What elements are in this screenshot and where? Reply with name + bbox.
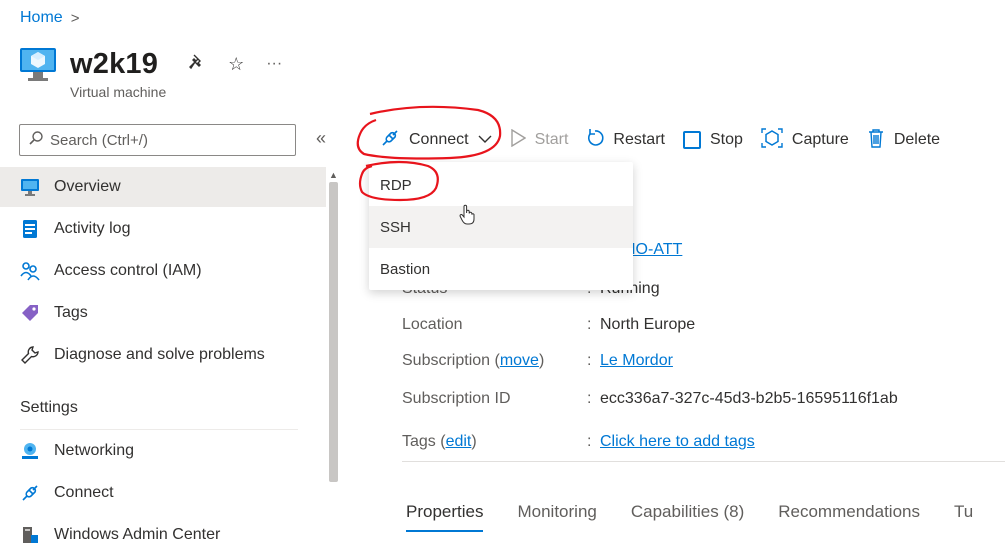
tab-capabilities[interactable]: Capabilities (8) [631, 502, 744, 522]
page-header: w2k19 ☆ ··· [18, 42, 282, 86]
location-value: North Europe [600, 316, 696, 333]
sidebar-item-label: Activity log [54, 220, 131, 237]
favorite-star-icon[interactable]: ☆ [228, 54, 244, 75]
page-title: w2k19 [70, 47, 159, 80]
tab-recommendations[interactable]: Recommendations [778, 502, 920, 522]
sidebar-item-label: Diagnose and solve problems [54, 346, 265, 363]
sidebar-scrollbar[interactable]: ▲ [327, 168, 341, 552]
sidebar-item-label: Overview [54, 178, 121, 195]
subscription-label-group: Subscription (move) [402, 352, 545, 369]
virtual-machine-icon [18, 42, 58, 86]
sidebar-item-tags[interactable]: Tags [0, 293, 326, 333]
subscription-colon: : [587, 352, 592, 369]
breadcrumb-home-link[interactable]: Home [20, 9, 63, 27]
search-input[interactable]: Search (Ctrl+/) [19, 124, 296, 156]
subscription-id-colon: : [587, 390, 592, 407]
add-tags-link[interactable]: Click here to add tags [600, 433, 755, 451]
sidebar-item-access-control[interactable]: Access control (IAM) [0, 251, 326, 291]
rdp-annotation-circle [358, 160, 439, 202]
monitor-icon [20, 177, 40, 197]
tags-colon: : [587, 433, 592, 450]
server-icon [20, 525, 40, 545]
tab-tutorials[interactable]: Tu [954, 502, 973, 522]
subscription-move-link[interactable]: move [500, 352, 539, 369]
search-icon [28, 130, 44, 150]
breadcrumb-separator: > [70, 9, 80, 27]
connect-annotation-circle [356, 105, 502, 160]
location-label: Location [402, 316, 463, 333]
tags-label: Tags [402, 433, 436, 450]
essentials-divider [402, 461, 1005, 462]
hand-cursor-icon [459, 204, 475, 226]
search-placeholder: Search (Ctrl+/) [50, 131, 148, 149]
network-icon [20, 441, 40, 461]
tags-edit-link[interactable]: edit [446, 433, 472, 450]
subscription-id-label: Subscription ID [402, 390, 511, 407]
tab-monitoring[interactable]: Monitoring [517, 502, 596, 522]
menu-item-ssh[interactable]: SSH [369, 206, 633, 248]
sidebar-item-label: Tags [54, 304, 88, 321]
sidebar-item-label: Networking [54, 442, 135, 459]
more-options-icon[interactable]: ··· [266, 55, 282, 73]
resource-menu: Overview Activity log Access control (IA… [0, 165, 326, 552]
people-icon [20, 261, 40, 281]
sidebar-item-label: Connect [54, 484, 114, 501]
log-icon [20, 219, 40, 239]
subscription-id-value: ecc336a7-327c-45d3-b2b5-16595116f1ab [600, 390, 898, 407]
pin-icon[interactable] [188, 53, 206, 76]
plug-icon [20, 483, 40, 503]
menu-item-bastion[interactable]: Bastion [369, 248, 633, 290]
sidebar-item-networking[interactable]: Networking [0, 431, 326, 471]
sidebar-item-label: Access control (IAM) [54, 262, 202, 279]
collapse-sidebar-icon[interactable]: « [316, 128, 326, 149]
sidebar-item-label: Windows Admin Center [54, 526, 221, 543]
section-divider [20, 429, 298, 430]
subscription-label: Subscription [402, 352, 491, 369]
sidebar-item-connect[interactable]: Connect [0, 473, 326, 513]
wrench-icon [20, 345, 40, 365]
overview-tabs: Properties Monitoring Capabilities (8) R… [406, 502, 1005, 532]
page-subtitle: Virtual machine [70, 84, 167, 100]
scroll-thumb[interactable] [329, 182, 338, 482]
sidebar-item-overview[interactable]: Overview [0, 167, 326, 207]
sidebar-item-diagnose[interactable]: Diagnose and solve problems [0, 335, 326, 375]
section-heading-settings: Settings [20, 399, 78, 416]
tab-properties[interactable]: Properties [406, 502, 484, 532]
location-colon: : [587, 316, 592, 333]
subscription-link[interactable]: Le Mordor [600, 352, 673, 370]
scroll-up-icon[interactable]: ▲ [329, 170, 338, 180]
tags-label-group: Tags (edit) [402, 433, 477, 450]
tag-icon [20, 303, 40, 323]
breadcrumb: Home > [20, 9, 79, 27]
sidebar-item-activity-log[interactable]: Activity log [0, 209, 326, 249]
sidebar-item-windows-admin-center[interactable]: Windows Admin Center [0, 515, 326, 552]
